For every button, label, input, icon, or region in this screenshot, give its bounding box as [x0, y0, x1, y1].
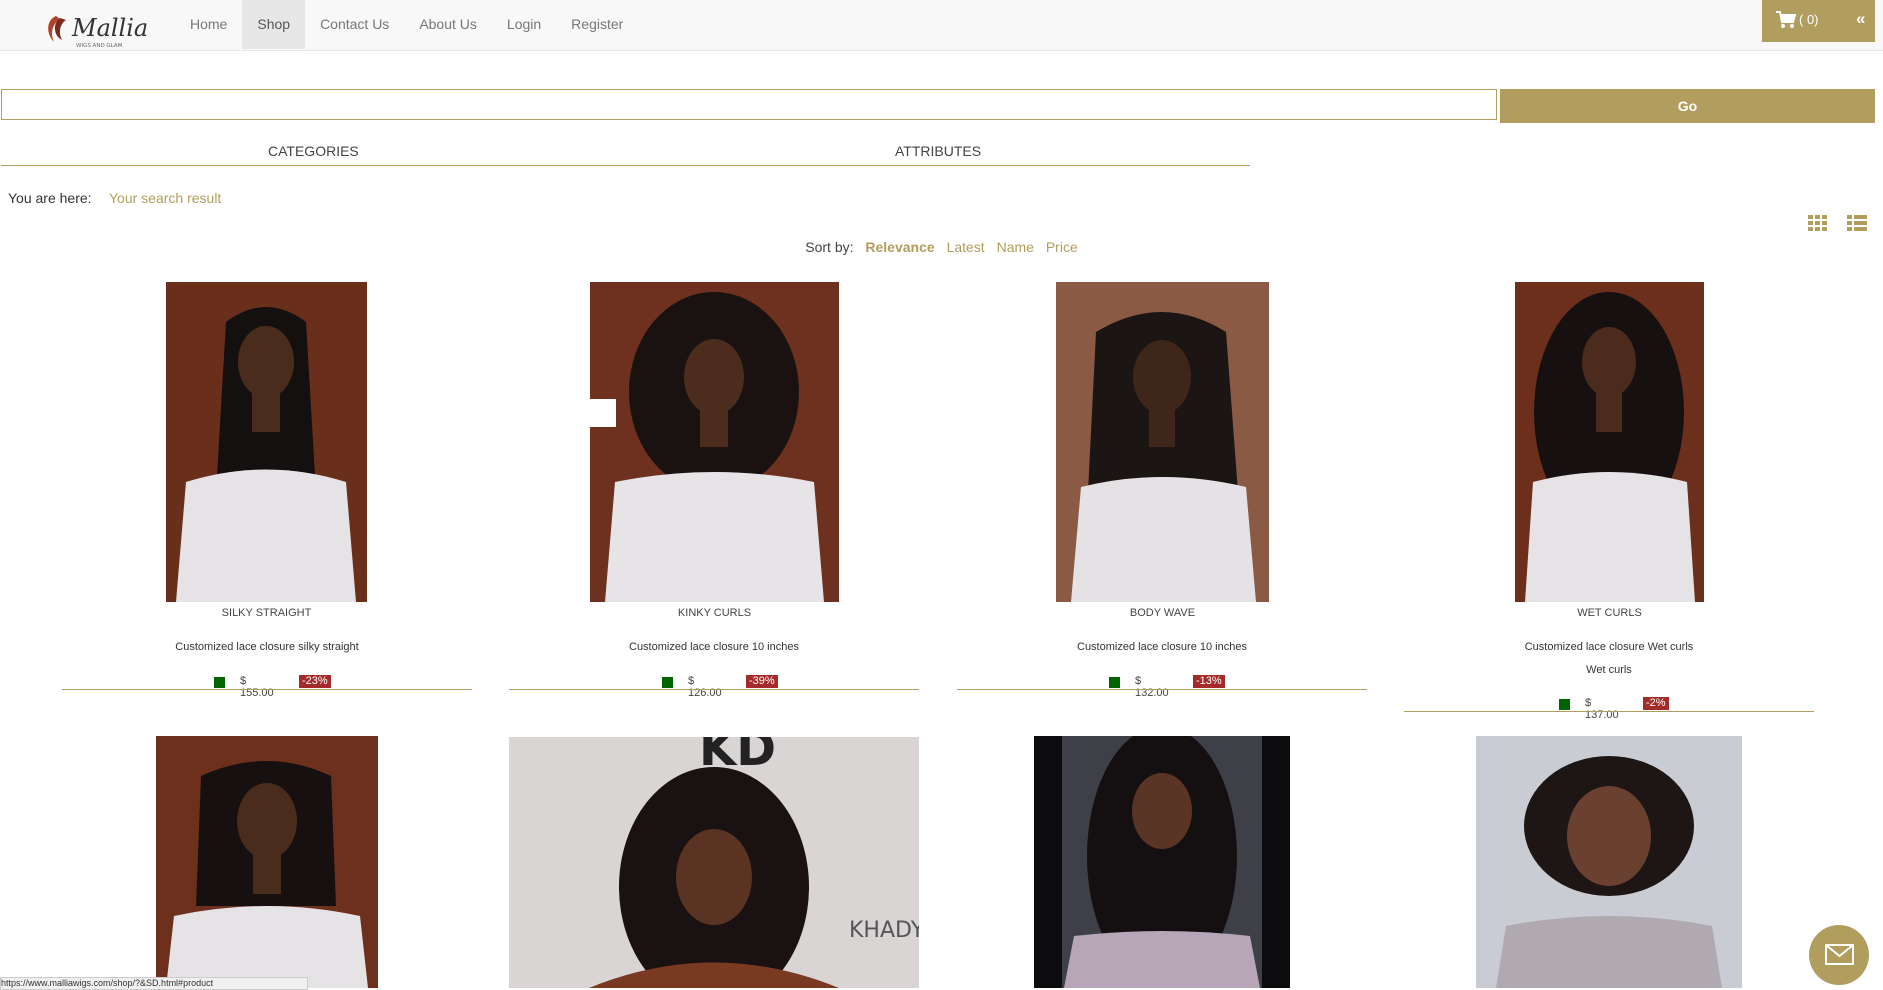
color-swatch: [214, 677, 225, 688]
product-name[interactable]: WET CURLS: [1515, 607, 1704, 619]
product-image[interactable]: [1056, 282, 1269, 602]
tab-attributes[interactable]: ATTRIBUTES: [895, 143, 981, 159]
breadcrumb-label: You are here:: [8, 190, 92, 206]
nav-register[interactable]: Register: [556, 0, 638, 49]
product-name[interactable]: KINKY CURLS: [590, 607, 839, 619]
card-divider: [957, 689, 1367, 690]
product-image[interactable]: [156, 736, 378, 988]
discount-badge: -13%: [1193, 675, 1225, 688]
product-description: Customized lace closure 10 inches: [1077, 641, 1247, 653]
nav-login[interactable]: Login: [492, 0, 556, 49]
svg-text:Mallia: Mallia: [71, 14, 148, 42]
color-swatch: [662, 677, 673, 688]
product-image[interactable]: [1034, 736, 1290, 988]
main-nav: Home Shop Contact Us About Us Login Regi…: [175, 0, 638, 49]
browser-status-bar: https://www.malliawigs.com/shop/?&SD.htm…: [0, 977, 308, 990]
list-view-icon[interactable]: [1847, 215, 1867, 232]
cart-count: ( 0): [1799, 12, 1819, 27]
nav-shop[interactable]: Shop: [242, 0, 306, 49]
nav-home[interactable]: Home: [175, 0, 242, 49]
sort-label: Sort by:: [805, 239, 854, 255]
sort-bar: Sort by: Relevance Latest Name Price: [0, 239, 1883, 255]
cart-button[interactable]: ( 0) «: [1762, 0, 1875, 42]
filter-tabs: CATEGORIES ATTRIBUTES: [1, 140, 1250, 166]
search-input[interactable]: [1, 89, 1497, 120]
search-go-button[interactable]: Go: [1500, 89, 1875, 123]
product-description: Wet curls: [1586, 664, 1632, 676]
product-description: Customized lace closure 10 inches: [629, 641, 799, 653]
brand-logo[interactable]: Mallia WIGS AND GLAM: [42, 10, 152, 54]
tab-categories[interactable]: CATEGORIES: [268, 143, 359, 159]
product-price: $ 137.00: [1585, 697, 1619, 721]
chat-button[interactable]: [1809, 925, 1869, 985]
card-divider: [509, 689, 919, 690]
product-price: $ 155.00: [240, 675, 274, 699]
sort-name[interactable]: Name: [997, 239, 1034, 255]
sort-latest[interactable]: Latest: [947, 239, 985, 255]
svg-text:WIGS AND GLAM: WIGS AND GLAM: [76, 43, 123, 49]
card-divider: [1404, 711, 1814, 712]
color-swatch: [1109, 677, 1120, 688]
product-description: Customized lace closure silky straight: [175, 641, 359, 653]
discount-badge: -23%: [299, 675, 331, 688]
mail-icon: [1825, 944, 1854, 965]
cart-icon: [1776, 11, 1796, 28]
product-image[interactable]: KD KHADY: [509, 737, 919, 988]
product-price: $ 126.00: [688, 675, 722, 699]
grid-view-icon[interactable]: [1808, 215, 1828, 232]
product-name[interactable]: SILKY STRAIGHT: [166, 607, 367, 619]
nav-about-us[interactable]: About Us: [404, 0, 492, 49]
nav-contact-us[interactable]: Contact Us: [305, 0, 404, 49]
product-image[interactable]: [590, 282, 839, 602]
color-swatch: [1559, 699, 1570, 710]
collapse-icon[interactable]: «: [1856, 9, 1865, 29]
product-image[interactable]: [1476, 736, 1742, 988]
product-name[interactable]: BODY WAVE: [1056, 607, 1269, 619]
card-divider: [62, 689, 472, 690]
sort-price[interactable]: Price: [1046, 239, 1078, 255]
svg-text:KHADY: KHADY: [849, 918, 919, 943]
sort-relevance[interactable]: Relevance: [865, 239, 934, 255]
product-price: $ 132.00: [1135, 675, 1169, 699]
top-navbar: Mallia WIGS AND GLAM Home Shop Contact U…: [0, 0, 1883, 51]
product-image[interactable]: [166, 282, 367, 602]
product-image[interactable]: [1515, 282, 1704, 602]
discount-badge: -39%: [746, 675, 778, 688]
discount-badge: -2%: [1643, 697, 1669, 710]
product-description: Customized lace closure Wet curls: [1524, 641, 1694, 653]
breadcrumb-current[interactable]: Your search result: [109, 190, 221, 206]
